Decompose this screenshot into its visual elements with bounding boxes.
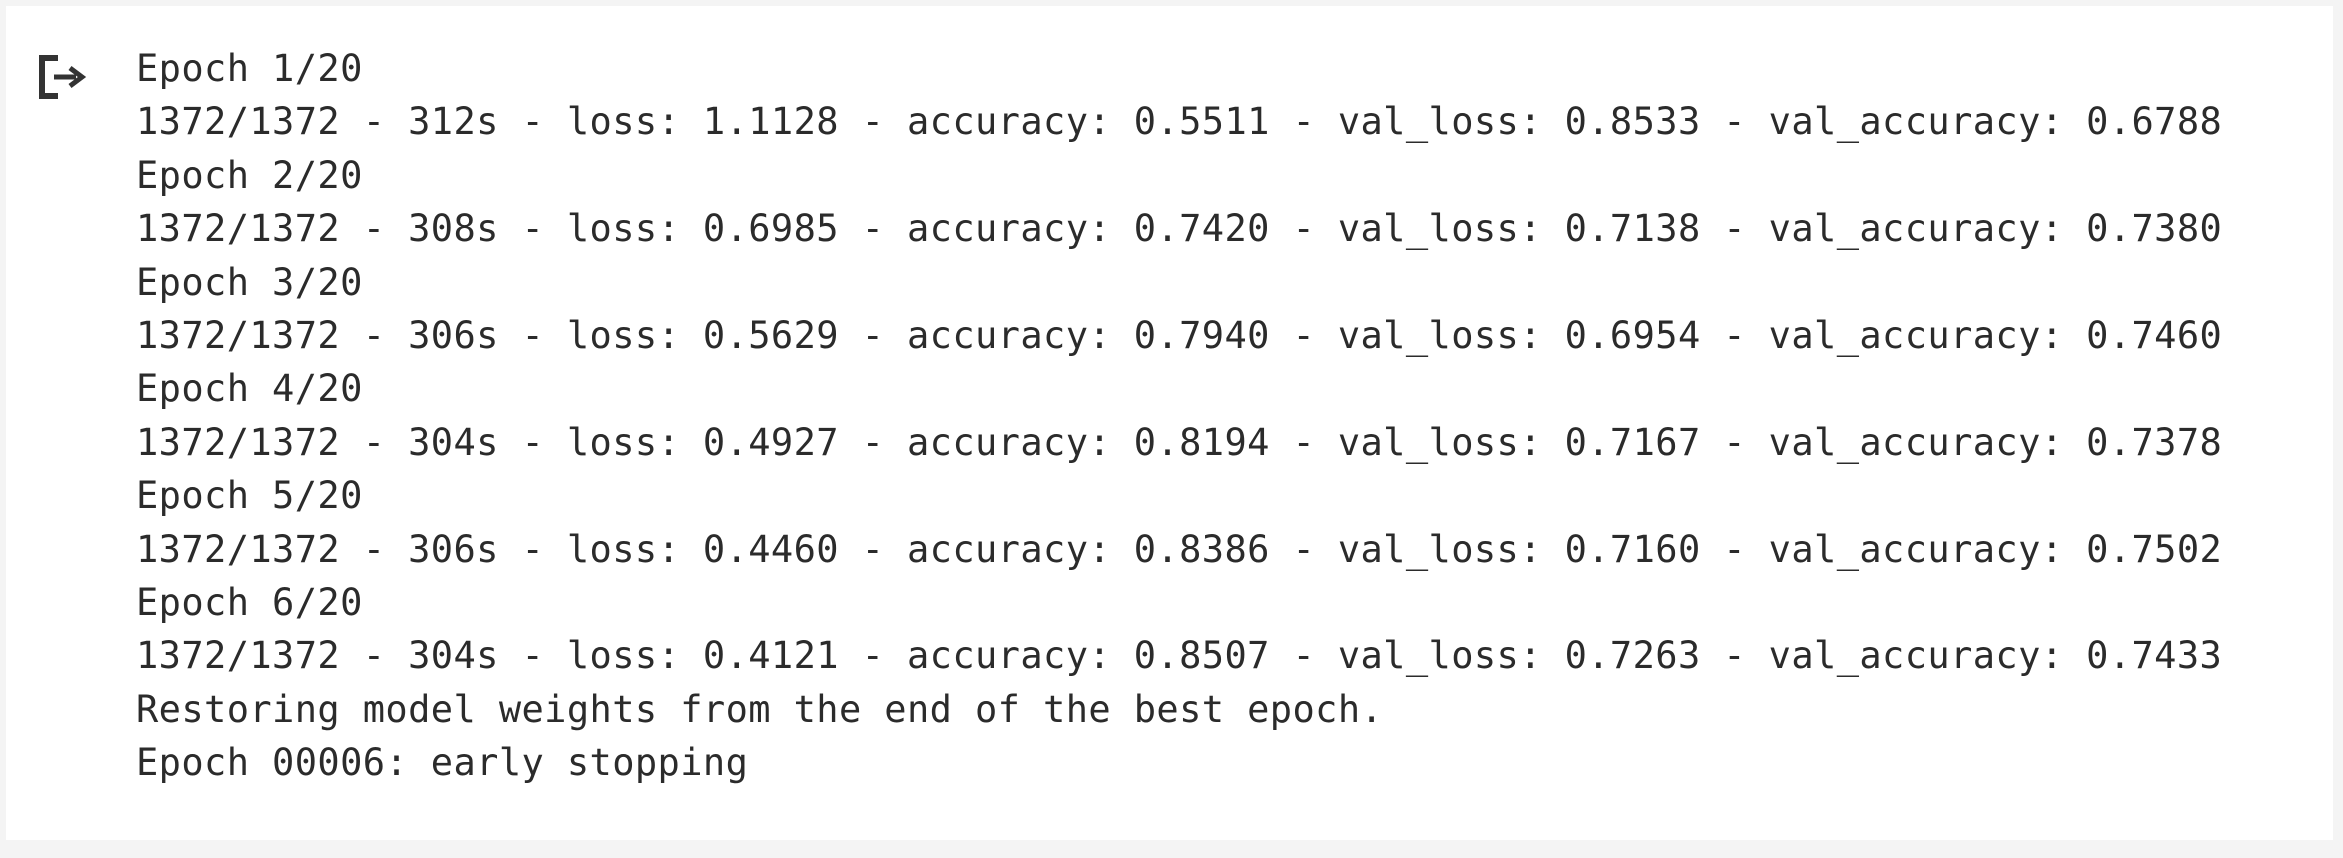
- notebook-output-area: Epoch 1/20 1372/1372 - 312s - loss: 1.112…: [0, 0, 2343, 858]
- output-redirect-icon[interactable]: [36, 52, 90, 102]
- epoch-metrics: 1372/1372 - 304s - loss: 0.4927 - accura…: [136, 420, 2223, 464]
- early-stopping-message: Epoch 00006: early stopping: [136, 741, 749, 785]
- epoch-metrics: 1372/1372 - 308s - loss: 0.6985 - accura…: [136, 207, 2223, 251]
- epoch-header: Epoch 1/20: [136, 47, 363, 90]
- output-redirect-icon-graphic: [39, 55, 87, 99]
- epoch-metrics: 1372/1372 - 312s - loss: 1.1128 - accura…: [136, 100, 2223, 144]
- epoch-header: Epoch 2/20: [136, 153, 363, 197]
- training-log: Epoch 1/20 1372/1372 - 312s - loss: 1.112…: [136, 42, 2222, 789]
- epoch-header: Epoch 3/20: [136, 260, 363, 304]
- epoch-header: Epoch 5/20: [136, 474, 363, 518]
- epoch-metrics: 1372/1372 - 304s - loss: 0.4121 - accura…: [136, 634, 2223, 678]
- epoch-header: Epoch 6/20: [136, 580, 363, 624]
- epoch-header: Epoch 4/20: [136, 367, 363, 411]
- epoch-metrics: 1372/1372 - 306s - loss: 0.5629 - accura…: [136, 313, 2223, 357]
- restore-weights-message: Restoring model weights from the end of …: [136, 687, 1384, 731]
- cell-output: Epoch 1/20 1372/1372 - 312s - loss: 1.112…: [6, 6, 2333, 840]
- epoch-metrics: 1372/1372 - 306s - loss: 0.4460 - accura…: [136, 527, 2223, 571]
